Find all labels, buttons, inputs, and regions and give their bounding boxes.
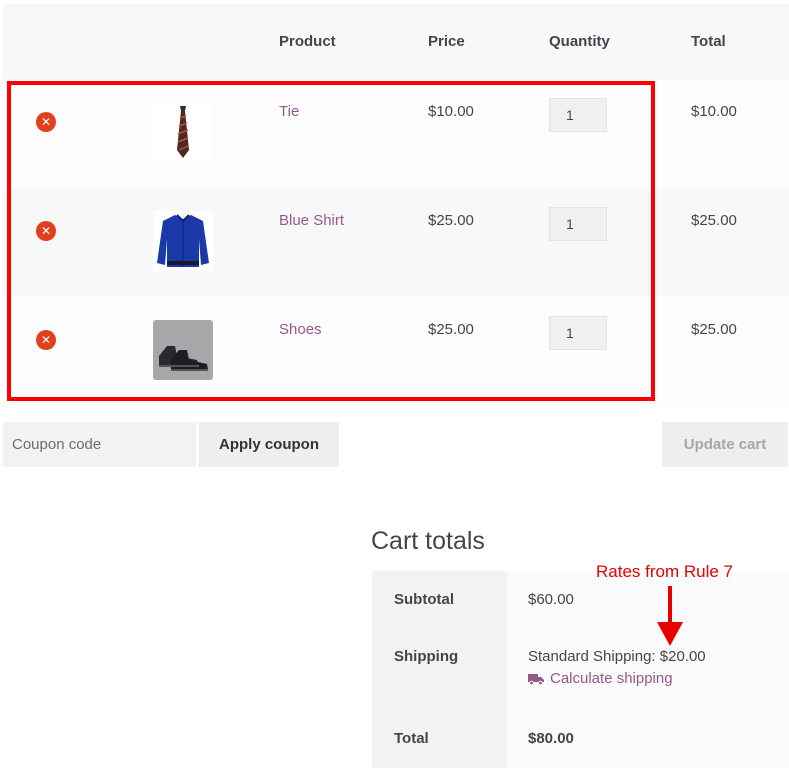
subtotal-label: Subtotal xyxy=(372,571,507,628)
calculate-shipping-label: Calculate shipping xyxy=(550,670,673,687)
total-row: Total $80.00 xyxy=(372,710,789,768)
coupon-code-input[interactable] xyxy=(3,422,196,467)
quantity-input[interactable] xyxy=(549,98,607,132)
remove-icon[interactable]: ✕ xyxy=(36,112,56,132)
update-cart-button[interactable]: Update cart xyxy=(662,422,788,467)
table-row: ✕ Shoes $25.00 $25.00 xyxy=(3,297,789,406)
header-total: Total xyxy=(691,33,726,50)
shirt-image[interactable] xyxy=(153,211,213,271)
product-price: $10.00 xyxy=(428,103,474,120)
shipping-row: Shipping Standard Shipping: $20.00 Calcu… xyxy=(372,628,789,710)
product-link-blue-shirt[interactable]: Blue Shirt xyxy=(279,212,344,229)
table-row: ✕ Tie $10.00 $10.00 xyxy=(3,79,789,188)
header-quantity: Quantity xyxy=(549,33,610,50)
quantity-input[interactable] xyxy=(549,316,607,350)
shoes-image[interactable] xyxy=(153,320,213,380)
quantity-input[interactable] xyxy=(549,207,607,241)
calculate-shipping-link[interactable]: Calculate shipping xyxy=(528,670,789,687)
cart-totals-title: Cart totals xyxy=(371,527,485,555)
product-link-tie[interactable]: Tie xyxy=(279,103,299,120)
table-header: Product Price Quantity Total xyxy=(3,4,789,79)
shipping-cell: Standard Shipping: $20.00 Calculate ship… xyxy=(507,628,789,710)
truck-icon xyxy=(528,673,544,685)
line-total: $25.00 xyxy=(691,321,737,338)
cart-table: Product Price Quantity Total ✕ Tie $10.0… xyxy=(3,4,789,406)
cart-totals-table: Subtotal $60.00 Shipping Standard Shippi… xyxy=(372,571,789,768)
annotation-text: Rates from Rule 7 xyxy=(596,562,733,581)
header-price: Price xyxy=(428,33,465,50)
remove-icon[interactable]: ✕ xyxy=(36,221,56,241)
remove-icon[interactable]: ✕ xyxy=(36,330,56,350)
shipping-method: Standard Shipping: $20.00 xyxy=(528,648,706,665)
total-label: Total xyxy=(372,710,507,768)
tie-image[interactable] xyxy=(153,102,213,162)
table-row: ✕ Blue Shirt $25.00 $25.00 xyxy=(3,188,789,297)
line-total: $25.00 xyxy=(691,212,737,229)
product-price: $25.00 xyxy=(428,321,474,338)
total-value: $80.00 xyxy=(507,710,789,768)
annotation-arrow-icon xyxy=(657,586,683,646)
product-price: $25.00 xyxy=(428,212,474,229)
line-total: $10.00 xyxy=(691,103,737,120)
shipping-label: Shipping xyxy=(372,628,507,710)
header-product: Product xyxy=(279,33,336,50)
apply-coupon-button[interactable]: Apply coupon xyxy=(199,422,339,467)
product-link-shoes[interactable]: Shoes xyxy=(279,321,322,338)
